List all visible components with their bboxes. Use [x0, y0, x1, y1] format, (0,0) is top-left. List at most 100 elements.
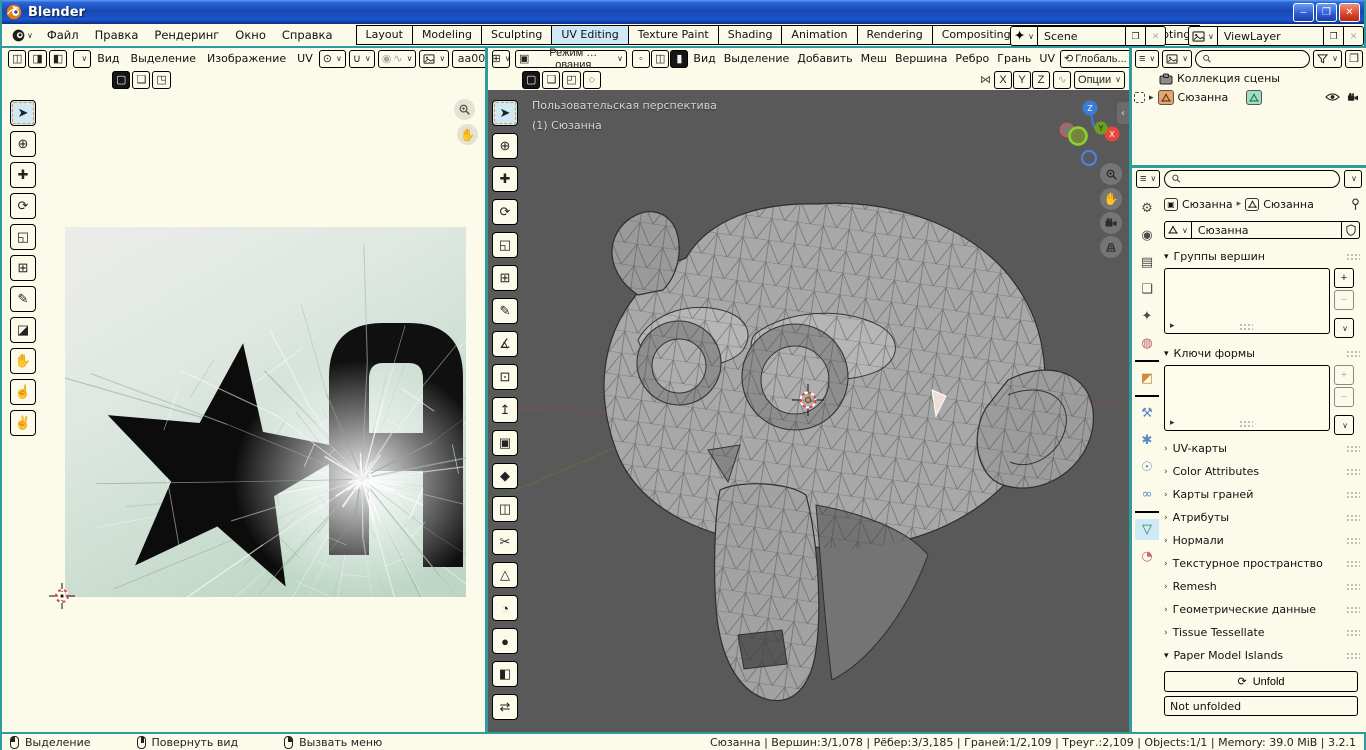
properties-editor-type-dropdown[interactable]: ≡ ∨ [1136, 169, 1161, 188]
collapsed-panel[interactable]: › Атрибуты [1162, 506, 1362, 529]
collapsed-panel[interactable]: › Карты граней [1162, 483, 1362, 506]
collapsed-panel[interactable]: › UV-карты [1162, 437, 1362, 460]
mode-edge[interactable]: ◫ [651, 49, 670, 68]
panel-grip[interactable] [1346, 491, 1360, 498]
vp-tool-inset-faces[interactable]: ▣ [492, 430, 518, 456]
properties-search[interactable] [1164, 169, 1340, 188]
workspace-tab[interactable]: Layout [355, 25, 413, 45]
area-splitter-right[interactable] [1129, 48, 1132, 732]
vp-tool-poly-build[interactable]: △ [492, 562, 518, 588]
mode-face[interactable]: ▮ [670, 49, 689, 68]
uv-tool-cursor-2d[interactable]: ⊕ [10, 131, 36, 157]
mirror-y-button[interactable]: Y [1013, 70, 1032, 89]
menu-item[interactable]: Справка [282, 28, 333, 42]
image-browse-dropdown[interactable]: ∨ [419, 49, 450, 68]
tab-particles[interactable]: ✱ [1135, 430, 1159, 451]
outliner-editor-type-dropdown[interactable]: ≡ ∨ [1135, 49, 1160, 68]
scene-type-dropdown[interactable]: ✦ ∨ [1010, 26, 1039, 46]
window-restore-button[interactable]: ❐ [1316, 2, 1337, 22]
uv-menu-item[interactable]: UV [297, 52, 313, 65]
tab-data[interactable]: ▽ [1135, 519, 1159, 540]
tab-view-layer[interactable]: ❏ [1135, 279, 1159, 300]
breadcrumb-object-label[interactable]: Сюзанна [1182, 198, 1233, 211]
window-close-button[interactable]: ✕ [1339, 2, 1360, 22]
scene-unlink-button[interactable]: ✕ [1146, 26, 1166, 46]
mode-dropdown[interactable]: ▣ Режим …ования ∨ [515, 47, 627, 71]
viewport-camera-button[interactable] [1100, 212, 1122, 234]
blender-menu-button[interactable]: ∨ [12, 29, 33, 42]
area-splitter-left[interactable] [485, 48, 488, 732]
vertex-groups-list[interactable]: ▸ [1164, 268, 1330, 334]
viewport-canvas[interactable]: Z X Y Пользовательская перспектива (1) С… [488, 90, 1129, 732]
outliner-search[interactable] [1195, 49, 1311, 68]
viewport-menu-item[interactable]: Грань [997, 52, 1031, 65]
tab-scene[interactable]: ✦ [1135, 306, 1159, 327]
mirror-z-button[interactable]: Z [1032, 70, 1051, 89]
uv-tool-rip-region[interactable]: ◪ [10, 317, 36, 343]
vertex-group-add-button[interactable]: + [1334, 268, 1354, 288]
hide-eye-icon[interactable] [1325, 92, 1340, 103]
view-layer-type-dropdown[interactable]: ∨ [1188, 26, 1218, 46]
area-option-3[interactable]: ◧ [48, 49, 68, 68]
viewport-perspective-button[interactable] [1100, 236, 1122, 258]
panel-grip[interactable] [1346, 445, 1360, 452]
vp-tool-knife[interactable]: ✂ [492, 529, 518, 555]
fake-user-shield-button[interactable] [1342, 221, 1360, 239]
view-layer-name-field[interactable]: ViewLayer [1217, 26, 1324, 46]
panel-grip[interactable] [1346, 468, 1360, 475]
viewport-pan-button[interactable]: ✋ [1100, 188, 1122, 210]
panel-grip[interactable] [1346, 583, 1360, 590]
tab-modifiers[interactable]: ⚒ [1135, 403, 1159, 424]
uv-select-vertex[interactable]: ▢ [112, 70, 131, 89]
vp-tool-measure[interactable]: ∡ [492, 331, 518, 357]
outliner-filter-dropdown[interactable]: ∨ [1313, 49, 1342, 68]
tab-tool[interactable]: ⚙ [1135, 198, 1159, 219]
select-lasso[interactable]: ◰ [562, 70, 581, 89]
workspace-tab[interactable]: UV Editing [551, 25, 629, 45]
scene-copy-button[interactable]: ❐ [1126, 26, 1146, 46]
uv-tool-annotate[interactable]: ✎ [10, 286, 36, 312]
tab-material[interactable]: ◔ [1135, 546, 1159, 567]
vp-tool-transform[interactable]: ⊞ [492, 265, 518, 291]
panel-shape-keys[interactable]: ▾ Ключи формы [1162, 342, 1362, 365]
mode-vertex[interactable]: ◦ [632, 49, 650, 68]
tab-constraints[interactable]: ∞ [1135, 484, 1159, 505]
workspace-tab[interactable]: Sculpting [480, 25, 553, 45]
menu-item[interactable]: Файл [47, 28, 79, 42]
vp-tool-cursor-3d[interactable]: ⊕ [492, 133, 518, 159]
uv-menu-item[interactable]: Выделение [131, 52, 197, 65]
panel-grip[interactable] [1346, 514, 1360, 521]
uv-menu-item[interactable]: Вид [97, 52, 119, 65]
mirror-x-button[interactable]: X [994, 70, 1013, 89]
unfold-button[interactable]: ⟳ Unfold [1164, 671, 1358, 692]
collapsed-panel[interactable]: › Текстурное пространство [1162, 552, 1362, 575]
uv-select-island[interactable]: ◳ [152, 70, 171, 89]
select-tweak[interactable]: ▢ [522, 70, 541, 89]
workspace-tab[interactable]: Compositing [931, 25, 1021, 45]
vp-tool-scale[interactable]: ◱ [492, 232, 518, 258]
uv-tool-select-box[interactable]: ➤ [10, 100, 36, 126]
scene-name-field[interactable]: Scene [1038, 26, 1126, 46]
workspace-tab[interactable]: Shading [717, 25, 783, 45]
panel-grip[interactable] [1346, 652, 1360, 659]
workspace-tab[interactable]: Animation [781, 25, 858, 45]
collapsed-panel[interactable]: › Нормали [1162, 529, 1362, 552]
menu-item[interactable]: Рендеринг [154, 28, 219, 42]
vertex-group-remove-button[interactable]: − [1334, 290, 1354, 310]
vp-tool-smooth[interactable]: ● [492, 628, 518, 654]
tab-render[interactable]: ◉ [1135, 225, 1159, 246]
window-minimize-button[interactable]: – [1293, 2, 1314, 22]
collapsed-panel[interactable]: › Tissue Tessellate [1162, 621, 1362, 644]
vp-tool-add-cube[interactable]: ⊡ [492, 364, 518, 390]
panel-grip[interactable] [1346, 629, 1360, 636]
vertex-group-specials-dropdown[interactable]: ∨ [1334, 318, 1354, 338]
menu-item[interactable]: Окно [235, 28, 266, 42]
pin-icon[interactable] [1351, 198, 1360, 211]
shape-keys-list[interactable]: ▸ [1164, 365, 1330, 431]
options-dropdown[interactable]: Опции ∨ [1074, 70, 1125, 89]
uv-select-edge[interactable]: ❏ [132, 70, 151, 89]
object-row[interactable]: ▸ Сюзанна [1132, 88, 1366, 107]
vp-tool-annotate[interactable]: ✎ [492, 298, 518, 324]
workspace-tab[interactable]: Texture Paint [627, 25, 719, 45]
uv-tool-rotate[interactable]: ⟳ [10, 193, 36, 219]
